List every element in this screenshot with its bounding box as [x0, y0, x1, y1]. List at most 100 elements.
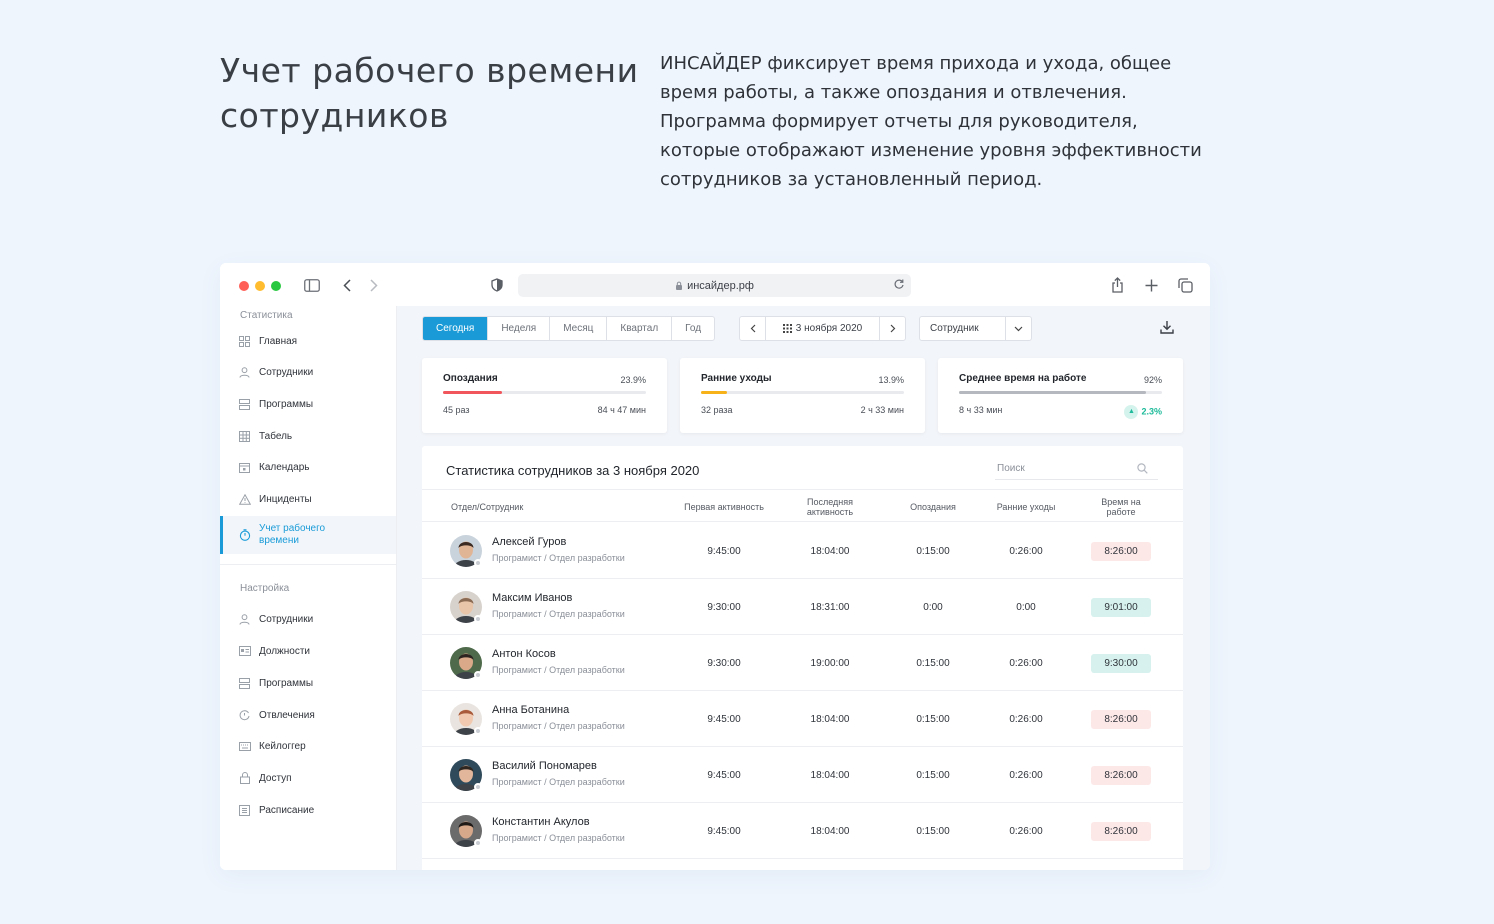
forward-icon[interactable]: [367, 275, 381, 295]
sidebar-item-label: Сотрудники: [259, 613, 314, 625]
programs-icon: [238, 677, 251, 690]
tab-week[interactable]: Неделя: [488, 317, 551, 340]
employee-name[interactable]: Алексей Гуров: [492, 536, 566, 548]
sidebar-section-stats: Статистика: [240, 310, 293, 321]
sidebar-item-positions[interactable]: Должности: [220, 636, 396, 666]
prev-date-button[interactable]: [740, 317, 766, 340]
work-time-badge: 8:26:00: [1091, 541, 1151, 561]
sidebar-item-home[interactable]: Главная: [220, 326, 396, 356]
share-icon[interactable]: [1109, 275, 1125, 295]
online-status-dot: [474, 783, 482, 791]
online-status-dot: [474, 671, 482, 679]
column-header-late: Опоздания: [910, 501, 956, 512]
shield-icon[interactable]: [490, 275, 504, 295]
trend-up-icon: ▲: [1124, 405, 1139, 419]
sidebar-item-label: Сотрудники: [259, 366, 314, 378]
work-time-cell: 9:01:00: [1088, 579, 1154, 635]
employee-name[interactable]: Константин Акулов: [492, 816, 590, 828]
online-status-dot: [474, 727, 482, 735]
stat-card-progress: [443, 391, 646, 394]
sidebar-item-settings-programs[interactable]: Программы: [220, 668, 396, 698]
employee-stats-table: Статистика сотрудников за 3 ноября 2020 …: [422, 446, 1183, 870]
stat-card-title: Среднее время на работе: [959, 373, 1087, 384]
sidebar-item-label: Программы: [259, 398, 314, 410]
address-bar[interactable]: инсайдер.рф: [518, 274, 911, 297]
table-row[interactable]: Алексей Гуров Програмист / Отдел разработ…: [422, 523, 1183, 579]
table-row[interactable]: Константин Акулов Програмист / Отдел разр…: [422, 803, 1183, 859]
employee-department: Програмист / Отдел разработки: [492, 833, 625, 843]
last-activity-cell: 19:00:00: [810, 657, 850, 669]
sidebar-item-keylogger[interactable]: Кейлоггер: [220, 731, 396, 761]
tab-quarter[interactable]: Квартал: [607, 317, 673, 340]
sidebar-item-label: Доступ: [259, 772, 292, 784]
programs-icon: [238, 398, 251, 411]
stat-card-title: Ранние уходы: [701, 373, 772, 384]
chevron-left-icon: [750, 324, 755, 333]
sidebar-toggle-icon[interactable]: [303, 275, 321, 295]
stat-card-percent: 23.9%: [620, 375, 646, 385]
employee-name[interactable]: Максим Иванов: [492, 592, 572, 604]
trend-value: 2.3%: [1141, 406, 1162, 417]
sidebar-item-employees[interactable]: Сотрудники: [220, 357, 396, 387]
tabs-overview-icon[interactable]: [1177, 275, 1193, 295]
employee-department: Програмист / Отдел разработки: [492, 721, 625, 731]
sidebar-item-calendar[interactable]: Календарь: [220, 452, 396, 482]
column-header-employee: Отдел/Сотрудник: [451, 501, 524, 512]
browser-titlebar: инсайдер.рф: [220, 263, 1210, 306]
sidebar-item-label: Кейлоггер: [259, 740, 306, 752]
last-activity-cell: 18:04:00: [810, 769, 850, 781]
warning-icon: [238, 493, 251, 506]
id-card-icon: [238, 645, 251, 658]
dashboard-icon: [238, 335, 251, 348]
sidebar-item-incidents[interactable]: Инциденты: [220, 484, 396, 514]
first-activity-cell: 9:45:00: [707, 545, 741, 557]
close-window-button[interactable]: [239, 281, 249, 291]
employee-select[interactable]: Сотрудник: [919, 316, 1032, 341]
tab-year[interactable]: Год: [672, 317, 714, 340]
tab-today[interactable]: Сегодня: [423, 317, 489, 340]
early-leave-cell: 0:26:00: [1009, 545, 1043, 557]
new-tab-icon[interactable]: [1143, 275, 1159, 295]
reload-icon[interactable]: [893, 278, 905, 290]
stat-card-progress-fill: [701, 391, 728, 394]
maximize-window-button[interactable]: [271, 281, 281, 291]
table-row[interactable]: Максим Иванов Програмист / Отдел разработ…: [422, 579, 1183, 635]
table-row[interactable]: Антон Косов Програмист / Отдел разработки…: [422, 635, 1183, 691]
back-icon[interactable]: [340, 275, 354, 295]
sidebar-item-programs[interactable]: Программы: [220, 389, 396, 419]
date-display[interactable]: 3 ноября 2020: [766, 323, 879, 334]
sidebar-item-access[interactable]: Доступ: [220, 763, 396, 793]
sidebar-item-timesheet[interactable]: Табель: [220, 421, 396, 451]
minimize-window-button[interactable]: [255, 281, 265, 291]
lock-icon: [676, 281, 683, 290]
stat-card-average-time: Среднее время на работе 92% 8 ч 33 мин ▲…: [938, 358, 1183, 433]
sidebar-item-time-tracking[interactable]: Учет рабочего времени: [220, 516, 396, 554]
table-row[interactable]: Василий Пономарев Програмист / Отдел разр…: [422, 747, 1183, 803]
employee-name[interactable]: Василий Пономарев: [492, 760, 597, 772]
tab-month[interactable]: Месяц: [550, 317, 608, 340]
next-date-button[interactable]: [879, 317, 905, 340]
sidebar-item-schedule[interactable]: Расписание: [220, 795, 396, 825]
first-activity-cell: 9:45:00: [707, 769, 741, 781]
stat-card-count: 45 раз: [443, 405, 470, 415]
work-time-cell: 8:26:00: [1088, 747, 1154, 803]
employee-name[interactable]: Анна Ботанина: [492, 704, 569, 716]
sidebar-item-label: Отвлечения: [259, 709, 315, 721]
search-input[interactable]: Поиск: [995, 458, 1158, 480]
work-time-cell: 8:26:00: [1088, 523, 1154, 579]
column-header-early-leaves: Ранние уходы: [996, 501, 1056, 512]
column-header-first-activity: Первая активность: [684, 501, 764, 512]
sidebar-item-label: Главная: [259, 335, 298, 347]
stat-card-trend: ▲ 2.3%: [1124, 405, 1162, 419]
sidebar-item-settings-employees[interactable]: Сотрудники: [220, 604, 396, 634]
work-time-cell: 8:26:00: [1088, 803, 1154, 859]
main-content: Сегодня Неделя Месяц Квартал Год 3 ноябр…: [397, 306, 1210, 870]
search-icon: [1137, 463, 1148, 474]
stat-card-late: Опоздания 23.9% 45 раз 84 ч 47 мин: [422, 358, 667, 433]
sidebar-item-distractions[interactable]: Отвлечения: [220, 700, 396, 730]
sidebar-section-settings: Настройка: [240, 583, 290, 594]
table-row[interactable]: Анна Ботанина Програмист / Отдел разработ…: [422, 691, 1183, 747]
employee-name[interactable]: Антон Косов: [492, 648, 556, 660]
download-icon[interactable]: [1160, 320, 1174, 339]
stat-card-percent: 92%: [1143, 375, 1162, 385]
